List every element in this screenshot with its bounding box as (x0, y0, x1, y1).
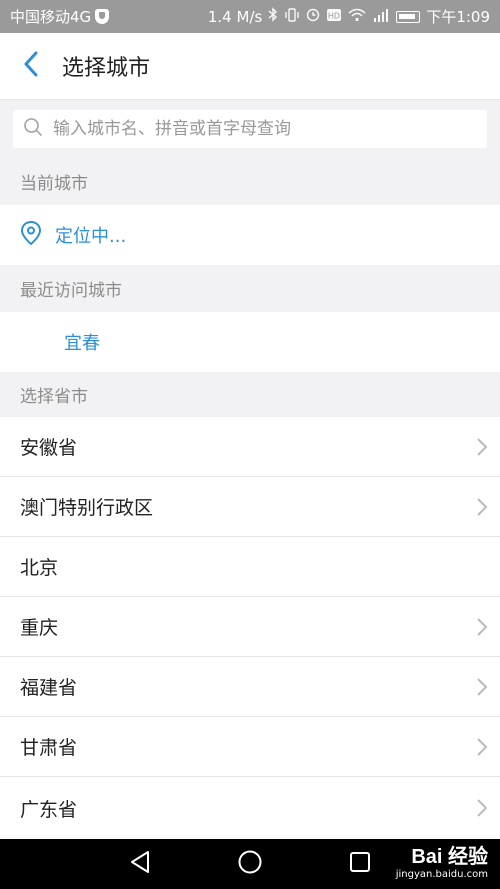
chevron-right-icon (464, 677, 500, 697)
province-label: 甘肃省 (20, 737, 78, 759)
clock-text: 下午1:09 (426, 8, 490, 26)
carrier-text: 中国移动4G (10, 8, 92, 26)
location-pin-icon (20, 220, 42, 250)
square-recents-icon (349, 851, 371, 877)
alarm-icon (306, 8, 320, 26)
back-button[interactable] (0, 33, 62, 100)
nav-home-button[interactable] (220, 839, 280, 889)
search-icon (23, 117, 43, 141)
bluetooth-icon (268, 7, 278, 26)
wifi-icon (348, 8, 366, 26)
nav-back-button[interactable] (110, 839, 170, 889)
province-label: 北京 (20, 557, 59, 579)
recent-city-item[interactable]: 宜春 (64, 329, 100, 355)
province-item-anhui[interactable]: 安徽省 (0, 417, 500, 477)
province-item-gansu[interactable]: 甘肃省 (0, 717, 500, 777)
status-bar: 中国移动4G 1.4 M/s HD 下午1:09 (0, 0, 500, 33)
province-label: 广东省 (20, 798, 78, 821)
current-city-status: 定位中... (55, 226, 127, 247)
chevron-right-icon (464, 798, 500, 818)
header-bar: 选择城市 (0, 33, 500, 100)
vibrate-icon (284, 7, 300, 26)
recent-cities-heading: 最近访问城市 (0, 265, 500, 312)
watermark-main: Bai 经验 (411, 846, 488, 868)
network-speed: 1.4 M/s (207, 7, 263, 26)
province-label: 澳门特别行政区 (20, 497, 154, 519)
province-item-guangdong[interactable]: 广东省 (0, 777, 500, 839)
recent-cities-row: 宜春 (0, 312, 500, 372)
province-label: 安徽省 (20, 437, 78, 459)
triangle-back-icon (129, 850, 151, 878)
battery-icon (396, 10, 421, 23)
province-label: 重庆 (20, 617, 59, 639)
province-item-macau[interactable]: 澳门特别行政区 (0, 477, 500, 537)
search-container (0, 100, 500, 157)
current-city-row[interactable]: 定位中... (0, 205, 500, 265)
signal-icon (372, 8, 390, 26)
province-item-fujian[interactable]: 福建省 (0, 657, 500, 717)
search-input[interactable] (53, 119, 487, 139)
shield-icon (95, 9, 110, 24)
chevron-right-icon (464, 437, 500, 457)
hd-icon: HD (326, 8, 342, 26)
system-nav-bar: Bai 经验 jingyan.baidu.com (0, 839, 500, 889)
svg-text:HD: HD (328, 11, 340, 20)
search-box[interactable] (13, 110, 487, 148)
chevron-right-icon (464, 617, 500, 637)
watermark-sub: jingyan.baidu.com (395, 869, 488, 880)
chevron-right-icon (464, 497, 500, 517)
province-item-beijing[interactable]: 北京 (0, 537, 500, 597)
current-city-heading: 当前城市 (0, 157, 500, 205)
province-label: 福建省 (20, 677, 78, 699)
chevron-right-icon (464, 737, 500, 757)
page-title: 选择城市 (62, 56, 151, 81)
chevron-left-icon (23, 51, 39, 81)
province-heading: 选择省市 (0, 372, 500, 417)
province-item-chongqing[interactable]: 重庆 (0, 597, 500, 657)
nav-recents-button[interactable] (330, 839, 390, 889)
baidu-watermark: Bai 经验 jingyan.baidu.com (396, 847, 488, 880)
circle-home-icon (237, 849, 263, 879)
